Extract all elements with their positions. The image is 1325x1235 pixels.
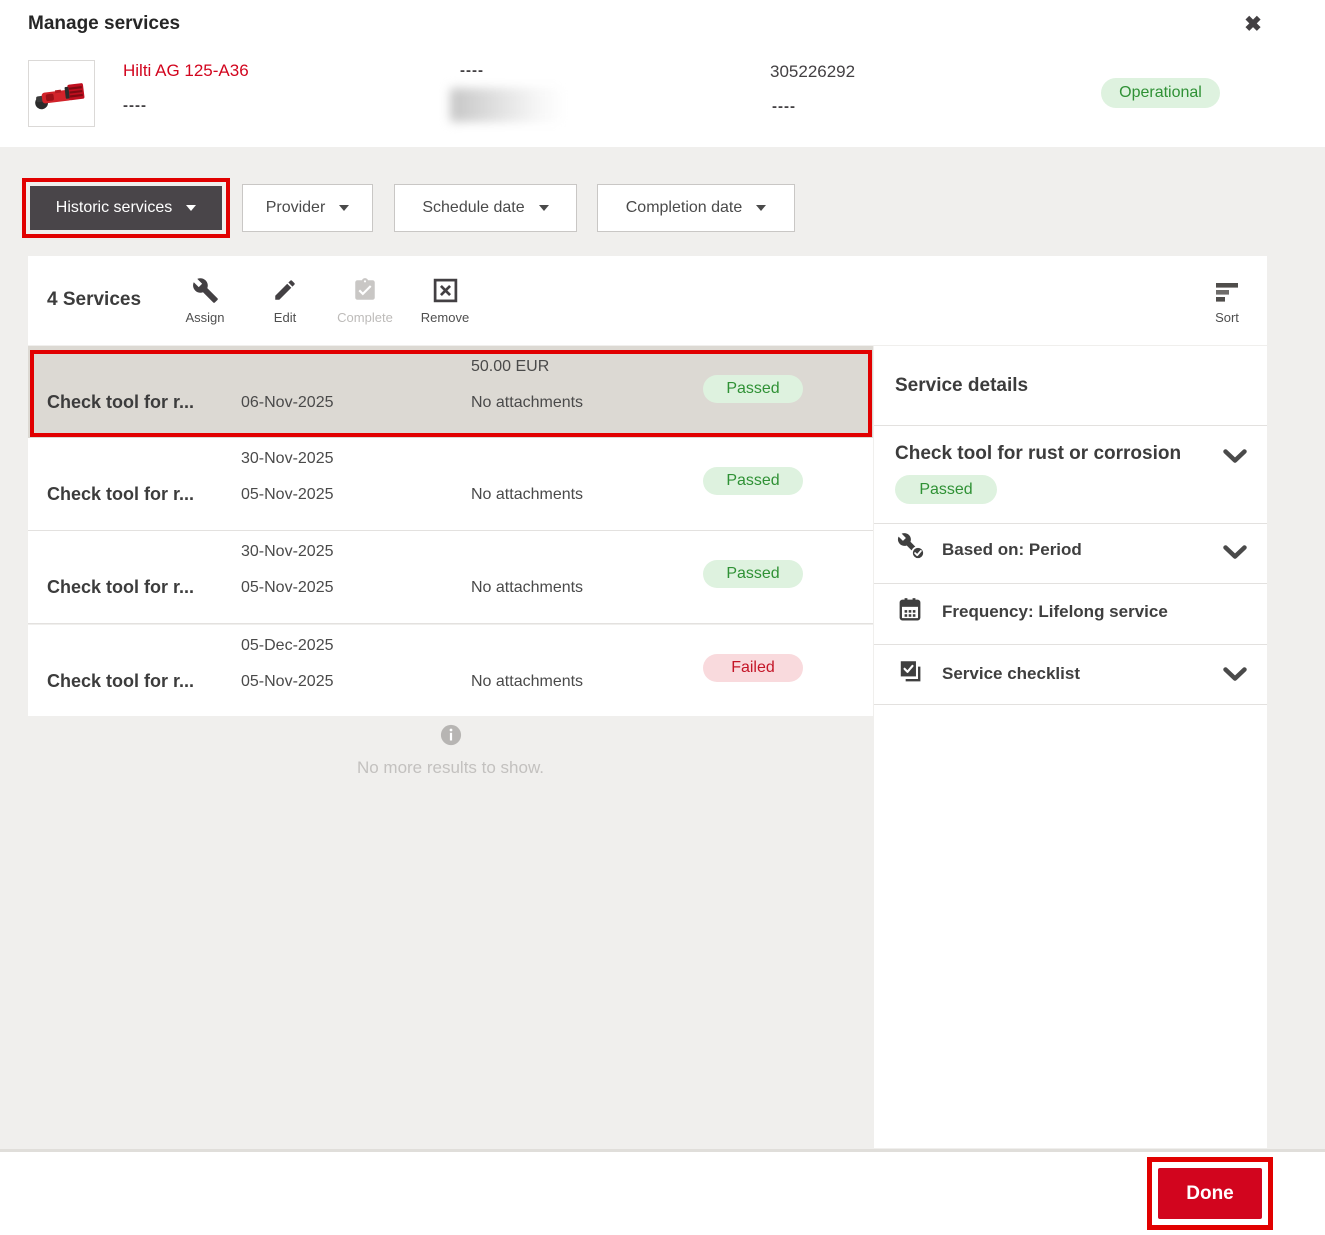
panel-status-badge: Passed [895, 475, 997, 504]
chevron-down-icon [186, 205, 196, 211]
completion-date-label: Completion date [626, 199, 743, 217]
provider-label: Provider [266, 199, 326, 217]
close-button[interactable]: ✖ [1237, 8, 1269, 40]
panel-title: Service details [895, 375, 1028, 397]
remove-button[interactable]: Remove [413, 268, 477, 334]
asset-name-link[interactable]: Hilti AG 125-A36 [123, 61, 249, 81]
service-status-badge: Failed [703, 654, 803, 682]
manage-services-modal: Manage services ✖ Hilti AG 125-A36 ---- … [0, 0, 1325, 1235]
close-icon: ✖ [1244, 12, 1262, 37]
complete-label: Complete [333, 310, 397, 325]
complete-button: Complete [333, 268, 397, 334]
service-checklist-label: Service checklist [942, 664, 1080, 684]
services-toolbar: 4 Services Assign Edit Complete [28, 256, 1267, 345]
service-attachments: No attachments [471, 579, 583, 597]
sort-label: Sort [1195, 310, 1259, 325]
schedule-date-dropdown[interactable]: Schedule date [394, 184, 577, 232]
wrench-icon [192, 277, 219, 307]
redacted-value [450, 88, 566, 122]
panel-service-name: Check tool for rust or corrosion [895, 443, 1215, 465]
calendar-icon [897, 596, 923, 627]
divider [874, 704, 1267, 705]
service-name: Check tool for r... [47, 671, 194, 692]
chevron-down-icon [339, 205, 349, 211]
service-schedule-date: 30-Nov-2025 [241, 543, 334, 561]
service-wrench-icon [897, 532, 925, 565]
service-completion-date: 05-Nov-2025 [241, 673, 334, 691]
asset-thumbnail [28, 60, 95, 127]
service-status-badge: Passed [703, 560, 803, 588]
angle-grinder-image [32, 64, 91, 123]
service-attachments: No attachments [471, 673, 583, 691]
service-cost: 50.00 EUR [471, 358, 549, 376]
checklist-icon [897, 658, 923, 689]
based-on-label: Based on: Period [942, 540, 1082, 560]
divider [874, 583, 1267, 584]
done-button[interactable]: Done [1158, 1168, 1262, 1219]
divider [874, 644, 1267, 645]
no-more-results: No more results to show. [28, 724, 873, 778]
divider [874, 425, 1267, 426]
service-row[interactable]: Check tool for r... 05-Dec-2025 05-Nov-2… [28, 625, 873, 716]
assign-label: Assign [173, 310, 237, 325]
completion-date-dropdown[interactable]: Completion date [597, 184, 795, 232]
edit-label: Edit [253, 310, 317, 325]
chevron-down-icon [1223, 545, 1247, 565]
remove-label: Remove [413, 310, 477, 325]
service-status-badge: Passed [703, 375, 803, 403]
chevron-down-icon [1223, 449, 1247, 469]
asset-serial-dash: ---- [772, 98, 796, 115]
frequency-label: Frequency: Lifelong service [942, 602, 1168, 622]
assign-button[interactable]: Assign [173, 268, 237, 334]
divider [874, 523, 1267, 524]
services-count: 4 Services [47, 289, 141, 311]
service-name: Check tool for r... [47, 577, 194, 598]
modal-footer [0, 1152, 1325, 1235]
schedule-date-label: Schedule date [422, 199, 524, 217]
pencil-icon [272, 277, 298, 307]
service-row[interactable]: Check tool for r... 06-Nov-2025 50.00 EU… [28, 346, 873, 438]
service-row[interactable]: Check tool for r... 30-Nov-2025 05-Nov-2… [28, 438, 873, 531]
provider-dropdown[interactable]: Provider [242, 184, 373, 232]
asset-scan-code: 305226292 [770, 62, 855, 82]
service-schedule-date: 30-Nov-2025 [241, 450, 334, 468]
service-completion-date: 05-Nov-2025 [241, 486, 334, 504]
edit-button[interactable]: Edit [253, 268, 317, 334]
info-icon [440, 724, 462, 746]
remove-box-icon [432, 277, 459, 307]
sort-icon [1215, 277, 1239, 307]
service-row[interactable]: Check tool for r... 30-Nov-2025 05-Nov-2… [28, 531, 873, 624]
historic-services-label: Historic services [56, 199, 172, 217]
asset-status-badge: Operational [1101, 78, 1220, 108]
service-schedule-date: 05-Dec-2025 [241, 637, 334, 655]
service-name: Check tool for r... [47, 484, 194, 505]
service-details-panel: Service details Check tool for rust or c… [874, 346, 1267, 1148]
service-attachments: No attachments [471, 486, 583, 504]
service-completion-date: 05-Nov-2025 [241, 579, 334, 597]
service-status-badge: Passed [703, 467, 803, 495]
clipboard-check-icon [352, 277, 378, 307]
historic-services-dropdown[interactable]: Historic services [30, 186, 222, 230]
sort-button[interactable]: Sort [1195, 268, 1259, 334]
asset-description-dash: ---- [123, 97, 147, 114]
no-more-results-text: No more results to show. [28, 758, 873, 778]
page-title: Manage services [28, 13, 180, 35]
service-attachments: No attachments [471, 394, 583, 412]
asset-field-dash: ---- [460, 62, 484, 79]
chevron-down-icon [756, 205, 766, 211]
chevron-down-icon [1223, 667, 1247, 687]
service-name: Check tool for r... [47, 392, 194, 413]
chevron-down-icon [539, 205, 549, 211]
service-completion-date: 06-Nov-2025 [241, 394, 334, 412]
